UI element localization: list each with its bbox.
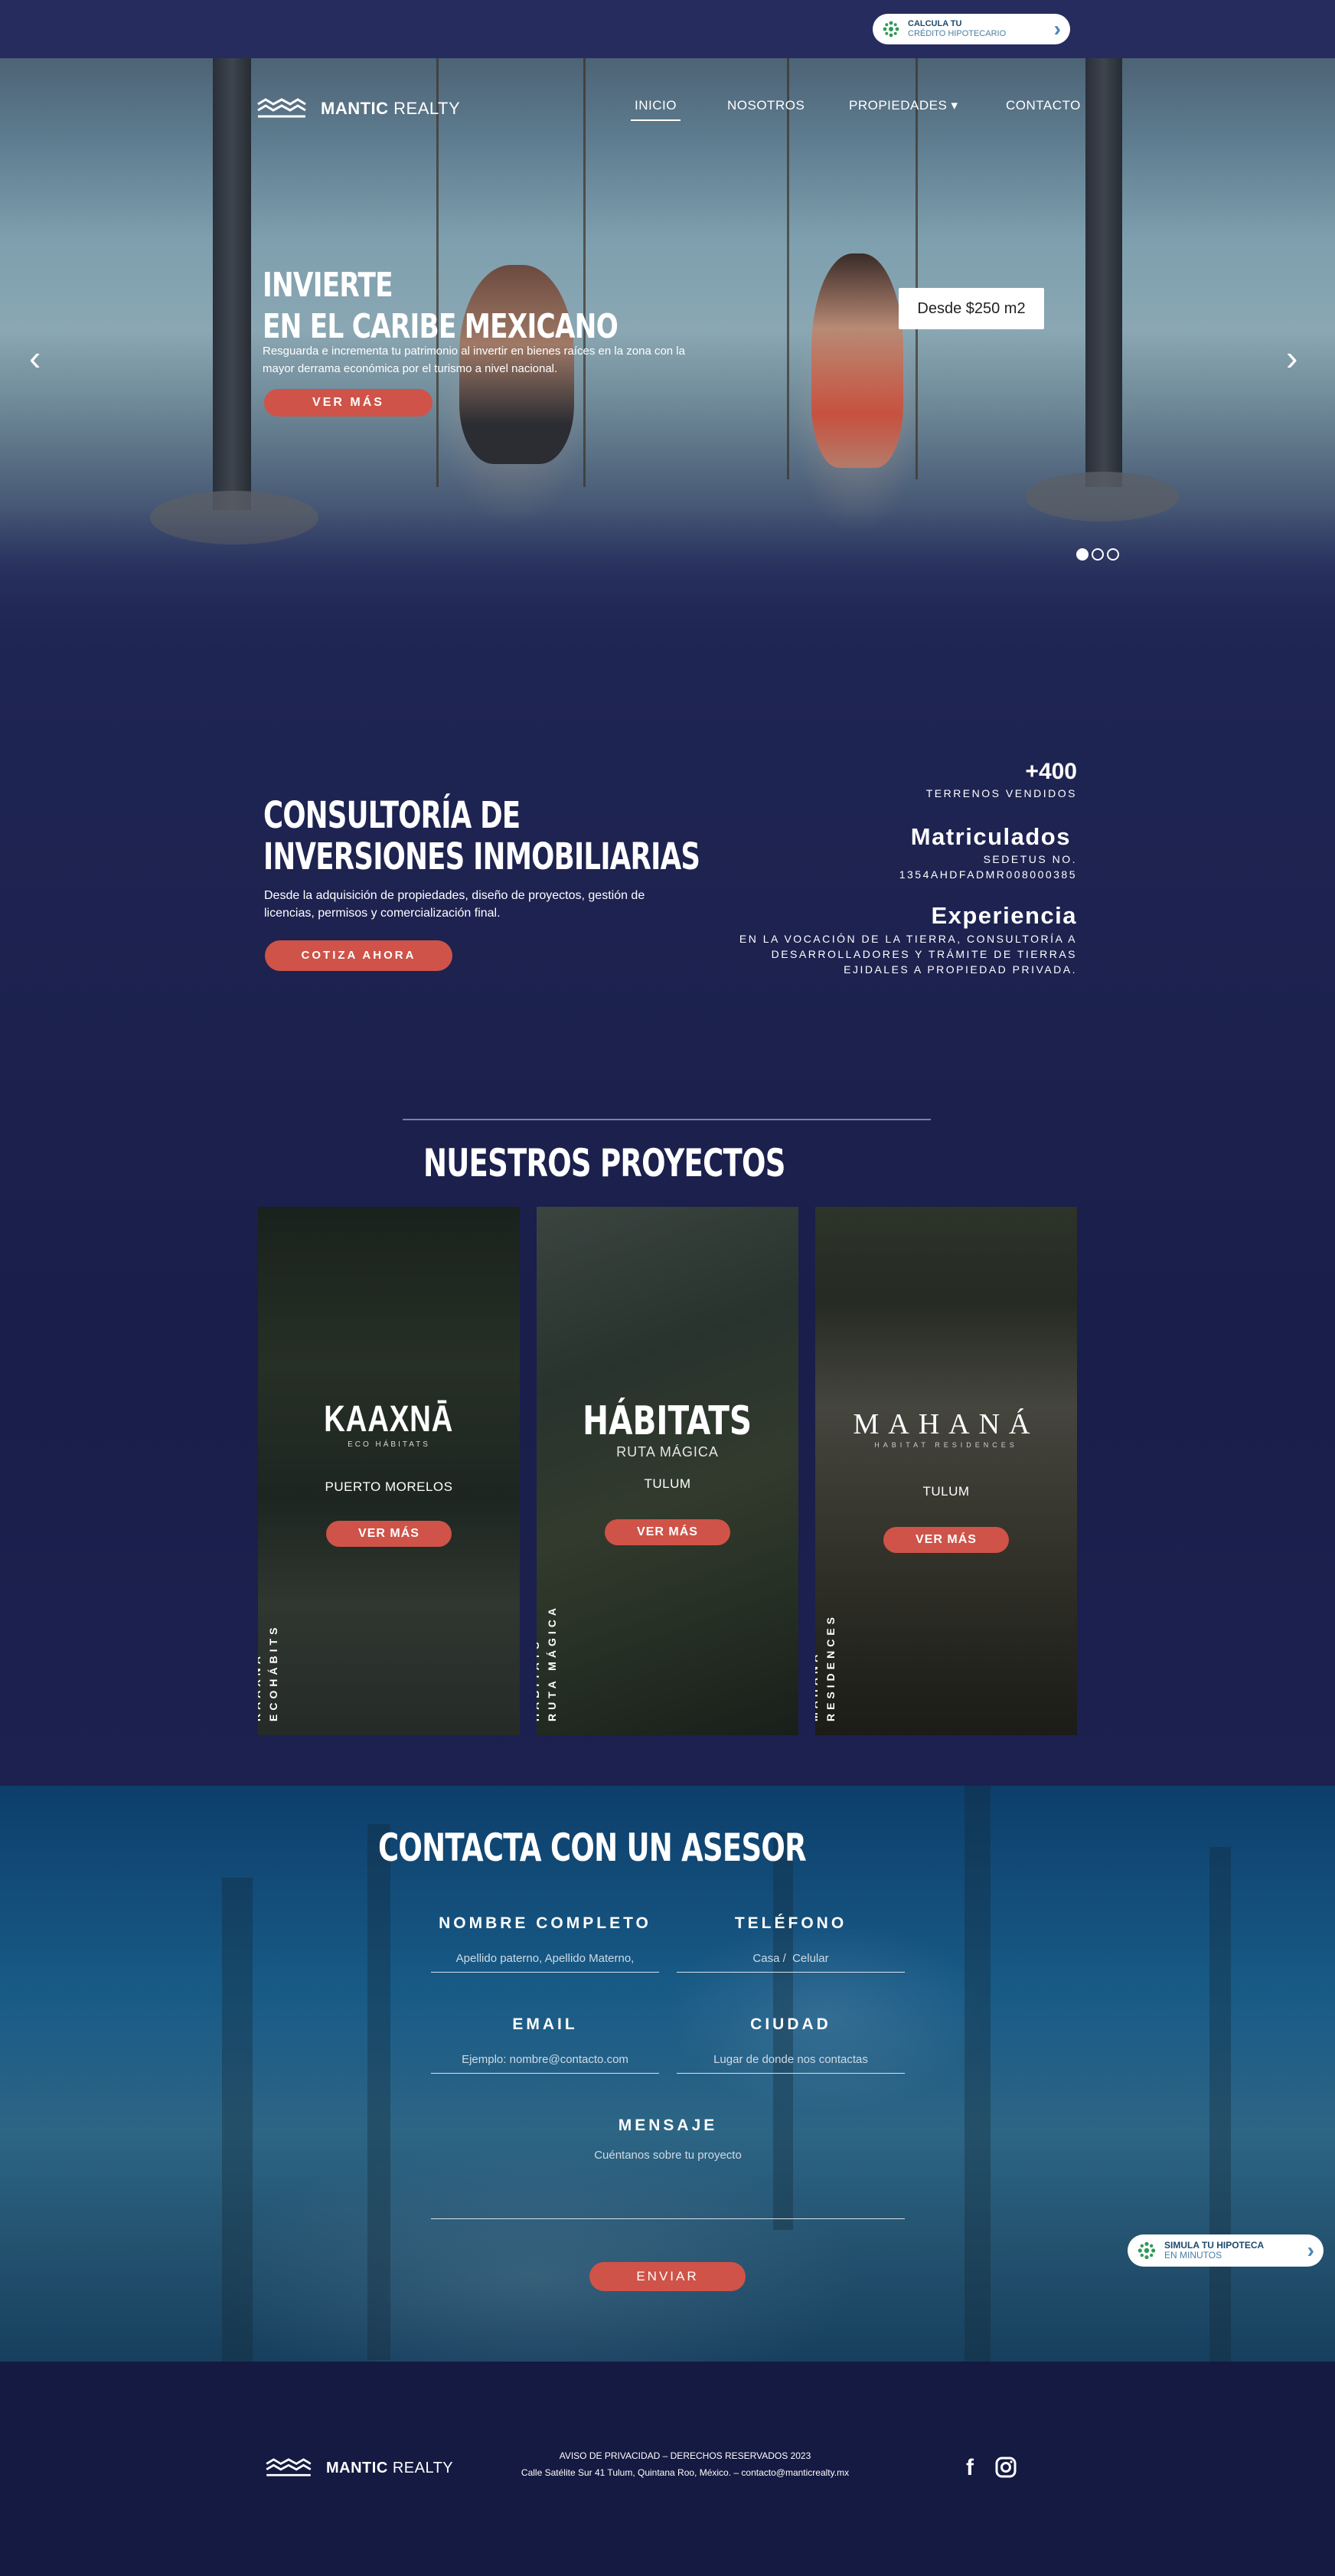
- stat-matriculados: Matriculados: [910, 823, 1071, 850]
- chevron-right-icon: ›: [1307, 2238, 1314, 2262]
- email-input[interactable]: [431, 2046, 659, 2074]
- footer-text: AVISO DE PRIVACIDAD – DERECHOS RESERVADO…: [429, 2447, 942, 2481]
- nav-item-propiedades[interactable]: PROPIEDADES ▾: [849, 98, 958, 113]
- privacy-link[interactable]: AVISO DE PRIVACIDAD – DERECHOS RESERVADO…: [429, 2447, 942, 2464]
- brand-name: MANTIC REALTY: [321, 99, 461, 118]
- card-vertical-label: KAAXNÁ: [258, 1652, 263, 1721]
- simula-hipoteca-button[interactable]: SIMULA TU HIPOTECA EN MINUTOS ›: [1128, 2234, 1324, 2267]
- card-vertical-label: HÁBITATS: [537, 1638, 541, 1721]
- nav-item-inicio[interactable]: INICIO: [631, 98, 681, 121]
- contact-title: CONTACTA CON UN ASESOR: [378, 1826, 807, 1870]
- consulting-subtitle: Desde la adquisición de propiedades, dis…: [264, 889, 645, 920]
- card-location: TULUM: [922, 1484, 970, 1499]
- slider-next-arrow[interactable]: ›: [1286, 337, 1297, 378]
- site-logo[interactable]: MANTIC REALTY: [256, 98, 460, 119]
- stat-experiencia: Experiencia EN LA VOCACIÓN DE LA TIERRA,…: [739, 902, 1077, 976]
- mahana-logo: MAHANÁ HABITAT RESIDENCES: [853, 1408, 1040, 1449]
- simula-line2: EN MINUTOS: [1164, 2250, 1222, 2261]
- kaaxna-logo: KAAXNĀ ECO HÁBITATS: [324, 1399, 454, 1449]
- city-label: CIUDAD: [750, 2015, 831, 2033]
- card-vertical-label: MAHANÁ: [815, 1650, 820, 1721]
- footer-logo[interactable]: MANTIC REALTY: [265, 2458, 453, 2478]
- network-icon: [883, 21, 899, 38]
- network-icon: [1138, 2241, 1156, 2260]
- phone-label: TELÉFONO: [734, 1914, 847, 1932]
- stat-sedetus: SEDETUS NO. 1354AHDFADMR008000385: [899, 853, 1077, 881]
- hero-fade: [0, 510, 1335, 663]
- slider-dot[interactable]: [1107, 548, 1119, 561]
- consulting-title: CONSULTORÍA DE INVERSIONES INMOBILIARIAS: [263, 794, 700, 878]
- hero-subtitle: Resguarda e incrementa tu patrimonio al …: [263, 345, 685, 375]
- message-label: MENSAJE: [618, 2117, 718, 2134]
- project-card-kaaxna[interactable]: KAAXNĀ ECO HÁBITATS PUERTO MORELOS VER M…: [258, 1207, 520, 1735]
- cotiza-ahora-button[interactable]: COTIZA AHORA: [265, 940, 452, 971]
- card-location: TULUM: [644, 1476, 691, 1491]
- instagram-icon[interactable]: [995, 2457, 1017, 2478]
- slider-dot[interactable]: [1092, 548, 1104, 561]
- calcula-line2: CRÉDITO HIPOTECARIO: [908, 29, 1007, 38]
- card-ver-mas-button[interactable]: VER MÁS: [605, 1519, 730, 1545]
- project-card-mahana[interactable]: MAHANÁ HABITAT RESIDENCES TULUM VER MÁS …: [815, 1207, 1077, 1735]
- logo-mark-icon: [266, 2458, 312, 2476]
- enviar-button[interactable]: ENVIAR: [589, 2262, 746, 2291]
- chevron-right-icon: ›: [1053, 17, 1061, 41]
- footer-address: Calle Satélite Sur 41 Tulum, Quintana Ro…: [521, 2467, 850, 2478]
- woman-on-swing: [811, 253, 903, 468]
- card-vertical-label: ECOHÁBITS: [267, 1623, 279, 1721]
- card-ver-mas-button[interactable]: VER MÁS: [883, 1527, 1009, 1553]
- hero-title: INVIERTE EN EL CARIBE MEXICANO: [263, 266, 619, 346]
- name-label: NOMBRE COMPLETO: [439, 1914, 651, 1932]
- calcula-credito-button[interactable]: CALCULA TU CRÉDITO HIPOTECARIO ›: [873, 14, 1070, 44]
- city-input[interactable]: [677, 2046, 905, 2074]
- logo-mark-icon: [257, 98, 306, 118]
- nav-item-nosotros[interactable]: NOSOTROS: [727, 98, 805, 113]
- card-location: PUERTO MORELOS: [325, 1479, 453, 1494]
- calcula-line1: CALCULA TU: [908, 19, 962, 28]
- slider-dot[interactable]: [1076, 548, 1089, 561]
- projects-title: NUESTROS PROYECTOS: [423, 1141, 785, 1185]
- card-ver-mas-button[interactable]: VER MÁS: [326, 1521, 452, 1547]
- price-badge: Desde $250 m2: [899, 288, 1044, 329]
- name-input[interactable]: [431, 1945, 659, 1973]
- slider-dots: [1076, 548, 1119, 561]
- project-card-habitats[interactable]: HÁBITATS RUTA MÁGICA TULUM VER MÁS HÁBIT…: [537, 1207, 798, 1735]
- nav-item-contacto[interactable]: CONTACTO: [1006, 98, 1081, 113]
- habitats-logo: HÁBITATS RUTA MÁGICA: [583, 1398, 752, 1460]
- email-label: EMAIL: [512, 2015, 578, 2033]
- facebook-icon[interactable]: f: [966, 2455, 974, 2481]
- main-nav: MANTIC REALTY INICIO NOSOTROS PROPIEDADE…: [0, 58, 1335, 127]
- message-textarea[interactable]: [431, 2149, 905, 2219]
- hero-ver-mas-button[interactable]: VER MÁS: [264, 389, 432, 417]
- stat-terrenos: +400 TERRENOS VENDIDOS: [925, 759, 1077, 799]
- card-vertical-label: RUTA MÁGICA: [546, 1604, 558, 1721]
- phone-input[interactable]: [677, 1945, 905, 1973]
- section-divider: [403, 1119, 931, 1120]
- card-vertical-label: RESIDENCES: [824, 1613, 837, 1721]
- slider-prev-arrow[interactable]: ‹: [29, 337, 41, 378]
- top-bar: CALCULA TU CRÉDITO HIPOTECARIO ›: [0, 0, 1335, 58]
